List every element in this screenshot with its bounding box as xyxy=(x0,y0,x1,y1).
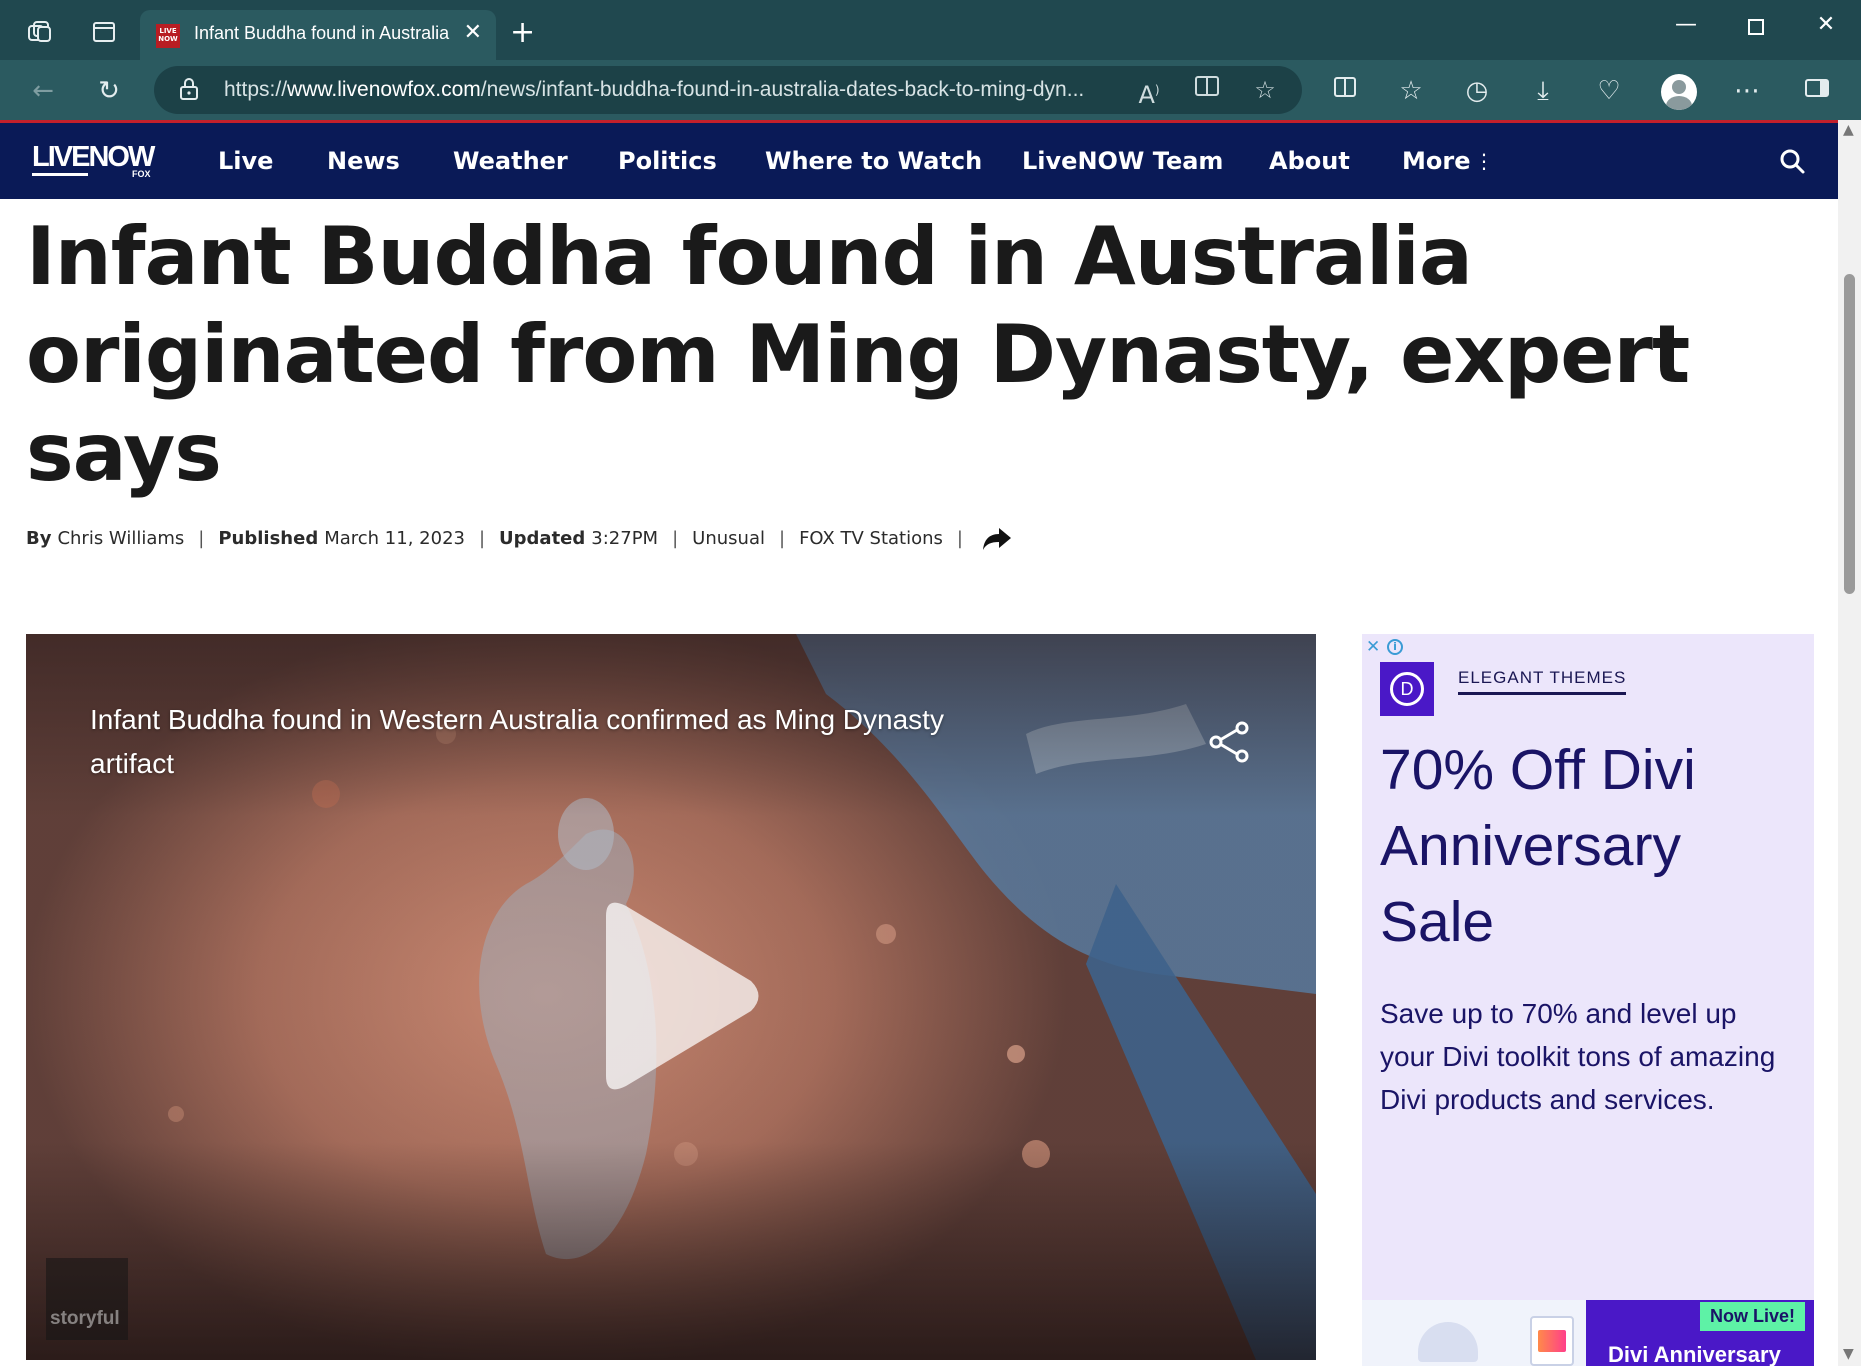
source-link[interactable]: FOX TV Stations xyxy=(799,528,943,549)
video-player[interactable]: Infant Buddha found in Western Australia… xyxy=(26,634,1316,1360)
nav-livenow-team[interactable]: LiveNOW Team xyxy=(1022,147,1223,175)
nav-more[interactable]: More xyxy=(1402,147,1470,175)
storyful-watermark: storyful xyxy=(46,1258,128,1340)
livenow-logo[interactable]: LIVENOW FOX xyxy=(32,141,160,181)
browser-tab-bar: LIVE NOW Infant Buddha found in Australi… xyxy=(0,0,1861,60)
divi-logo: D xyxy=(1380,662,1434,716)
nav-politics[interactable]: Politics xyxy=(618,147,717,175)
maximize-icon[interactable] xyxy=(1736,12,1776,42)
nav-about[interactable]: About xyxy=(1269,147,1350,175)
site-navigation: LIVENOW FOX Live News Weather Politics W… xyxy=(0,123,1838,199)
url-text[interactable]: https://www.livenowfox.com/news/infant-b… xyxy=(224,78,1274,102)
sidebar-icon[interactable] xyxy=(1800,74,1834,108)
fox-sub-logo: FOX xyxy=(132,169,151,179)
ad-close-icon[interactable]: ✕ xyxy=(1366,638,1384,656)
ad-headline[interactable]: 70% Off Divi Anniversary Sale xyxy=(1380,732,1800,960)
published-date: March 11, 2023 xyxy=(324,527,465,549)
history-icon[interactable]: ◷ xyxy=(1460,74,1494,108)
settings-more-icon[interactable]: ⋯ xyxy=(1730,74,1764,108)
favorites-icon[interactable]: ☆ xyxy=(1394,74,1428,108)
immersive-reader-icon[interactable] xyxy=(1190,73,1224,107)
new-tab-icon[interactable]: + xyxy=(510,18,535,48)
downloads-icon[interactable]: ⤓ xyxy=(1526,74,1560,108)
browser-toolbar: ← ↻ https://www.livenowfox.com/news/infa… xyxy=(0,60,1861,120)
share-icon[interactable] xyxy=(981,524,1013,552)
profile-avatar[interactable] xyxy=(1661,74,1697,110)
scrollbar-thumb[interactable] xyxy=(1844,274,1855,594)
category-link[interactable]: Unusual xyxy=(692,528,765,549)
video-title: Infant Buddha found in Western Australia… xyxy=(90,704,944,779)
tab-actions-icon[interactable] xyxy=(90,18,118,46)
address-bar[interactable]: https://www.livenowfox.com/news/infant-b… xyxy=(154,66,1302,114)
tab-title: Infant Buddha found in Australia xyxy=(194,23,450,43)
nav-weather[interactable]: Weather xyxy=(453,147,568,175)
article-byline: By Chris Williams | Published March 11, … xyxy=(26,524,1013,552)
published-label: Published xyxy=(218,527,319,549)
nav-live[interactable]: Live xyxy=(218,147,273,175)
page-scrollbar[interactable]: ▲ ▼ xyxy=(1838,120,1861,1366)
close-window-icon[interactable]: ✕ xyxy=(1806,12,1846,42)
scroll-up-icon[interactable]: ▲ xyxy=(1843,122,1854,138)
ad-info-icon[interactable]: i xyxy=(1387,639,1403,655)
ad-banner[interactable]: Now Live! Divi Anniversary xyxy=(1362,1300,1814,1366)
article-headline: Infant Buddha found in Australia origina… xyxy=(26,210,1690,499)
scroll-down-icon[interactable]: ▼ xyxy=(1843,1346,1854,1362)
browser-essentials-icon[interactable]: ♡ xyxy=(1592,74,1626,108)
livenow-favicon-icon: LIVE NOW xyxy=(156,24,180,48)
refresh-icon[interactable]: ↻ xyxy=(92,74,126,108)
favorite-star-icon[interactable]: ☆ xyxy=(1248,73,1282,107)
split-screen-icon[interactable] xyxy=(1328,74,1362,108)
back-icon[interactable]: ← xyxy=(26,74,60,108)
minimize-icon[interactable]: — xyxy=(1666,12,1706,42)
more-dots-icon[interactable]: ⋮ xyxy=(1474,151,1494,171)
workspaces-icon[interactable] xyxy=(26,18,54,46)
now-live-badge: Now Live! xyxy=(1700,1302,1806,1331)
play-button-icon[interactable] xyxy=(586,896,766,1096)
updated-time: 3:27PM xyxy=(591,527,659,549)
video-share-icon[interactable] xyxy=(1206,718,1254,766)
lock-icon[interactable] xyxy=(178,77,200,101)
ad-banner-text: Divi Anniversary xyxy=(1608,1342,1781,1366)
advertisement[interactable]: ✕ i D ELEGANT THEMES 70% Off Divi Annive… xyxy=(1362,634,1814,1366)
nav-where-to-watch[interactable]: Where to Watch xyxy=(765,147,982,175)
nav-news[interactable]: News xyxy=(327,147,400,175)
author-link[interactable]: Chris Williams xyxy=(57,528,184,549)
active-tab[interactable]: LIVE NOW Infant Buddha found in Australi… xyxy=(140,10,496,60)
updated-label: Updated xyxy=(499,527,586,549)
ad-body-text: Save up to 70% and level up your Divi to… xyxy=(1380,998,1776,1115)
search-icon[interactable] xyxy=(1778,147,1806,175)
by-label: By xyxy=(26,527,52,549)
close-tab-icon[interactable]: ✕ xyxy=(464,20,482,45)
ad-banner-illustration xyxy=(1362,1300,1586,1366)
read-aloud-icon[interactable]: A) xyxy=(1132,73,1166,109)
ad-brand-name[interactable]: ELEGANT THEMES xyxy=(1458,668,1627,695)
